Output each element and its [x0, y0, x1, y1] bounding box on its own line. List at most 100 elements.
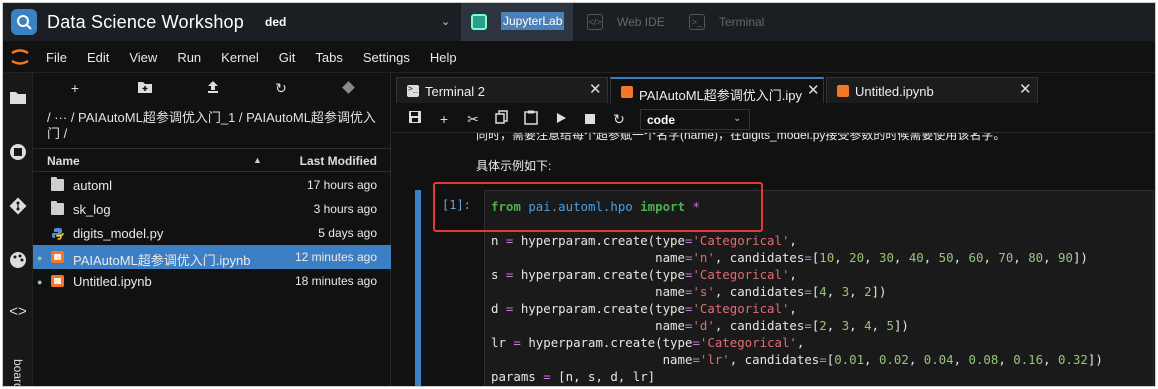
chevron-down-icon: ⌄ — [441, 16, 451, 28]
file-name: digits_model.py — [73, 226, 164, 241]
doc-tab-untitled[interactable]: Untitled.ipynb ✕ — [826, 77, 1038, 103]
code-line: name='n', candidates=[10, 20, 30, 40, 50… — [491, 250, 1088, 265]
jupyter-logo-icon — [9, 47, 31, 67]
tab-terminal[interactable]: >_ Terminal — [679, 3, 779, 41]
notebook-toolbar: + ✂ ↻ code ⌄ — [392, 105, 1155, 133]
running-indicator: ● — [37, 277, 43, 287]
code-line: name='lr', candidates=[0.01, 0.02, 0.04,… — [491, 352, 1103, 367]
folder-icon — [51, 201, 64, 215]
app-title: Data Science Workshop — [47, 12, 244, 32]
markdown-cell-text: 同时，需要注意给每个超参赋一个名字(name)，在digits_model.py… — [476, 133, 1006, 142]
menu-tabs[interactable]: Tabs — [315, 50, 342, 65]
git-icon[interactable] — [9, 197, 27, 215]
menu-git[interactable]: Git — [279, 50, 296, 65]
markdown-cell-heading: 具体示例如下: — [476, 159, 552, 173]
tab-jupyterlab-label: JupyterLab — [501, 12, 565, 30]
file-name: Untitled.ipynb — [73, 274, 152, 289]
file-name: automl — [73, 178, 113, 193]
python-file-icon — [51, 227, 64, 240]
code-line: lr = hyperparam.create(type='Categorical… — [491, 335, 805, 350]
menu-help[interactable]: Help — [430, 50, 457, 65]
tab-jupyterlab[interactable]: JupyterLab — [461, 3, 573, 41]
tab-terminal-label: Terminal — [719, 15, 765, 29]
running-icon[interactable] — [9, 143, 27, 161]
save-icon[interactable] — [406, 110, 424, 128]
terminal-icon — [407, 84, 419, 97]
notebook-icon — [51, 275, 64, 287]
code-line: name='d', candidates=[2, 3, 4, 5]) — [491, 318, 909, 333]
file-row-sk-log[interactable]: sk_log 3 hours ago — [33, 197, 391, 221]
doc-tab-label: Terminal 2 — [425, 84, 485, 99]
close-icon[interactable]: ✕ — [1019, 80, 1032, 98]
file-modified: 12 minutes ago — [294, 250, 377, 264]
file-modified: 17 hours ago — [306, 178, 377, 192]
file-name: sk_log — [73, 202, 111, 217]
top-header: Data Science Workshop ded ⌄ JupyterLab <… — [3, 3, 1155, 41]
column-last-modified[interactable]: Last Modified — [269, 154, 377, 168]
close-icon[interactable]: ✕ — [589, 80, 602, 98]
file-row-automl[interactable]: automl 17 hours ago — [33, 173, 391, 197]
doc-tab-paiautoml[interactable]: PAIAutoML超参调优入门.ipy ✕ — [610, 77, 824, 103]
tab-web-ide-label: Web IDE — [617, 15, 665, 29]
paste-icon[interactable] — [522, 110, 540, 128]
breadcrumb[interactable]: / ··· / PAIAutoML超参调优入门_1 / PAIAutoML超参调… — [47, 110, 387, 142]
stop-icon[interactable] — [581, 110, 599, 128]
code-line: s = hyperparam.create(type='Categorical'… — [491, 267, 797, 282]
git-clone-icon[interactable] — [339, 80, 359, 98]
file-modified: 3 hours ago — [313, 202, 377, 216]
menu-settings[interactable]: Settings — [363, 50, 410, 65]
folder-icon[interactable] — [9, 89, 27, 107]
code-line: d = hyperparam.create(type='Categorical'… — [491, 301, 797, 316]
document-tabs: Terminal 2 ✕ PAIAutoML超参调优入门.ipy ✕ Untit… — [392, 73, 1155, 103]
upload-button[interactable] — [203, 80, 223, 98]
file-modified: 5 days ago — [318, 226, 377, 240]
doc-tab-label: PAIAutoML超参调优入门.ipy — [639, 88, 803, 103]
file-row-paiautoml-notebook[interactable]: ● PAIAutoML超参调优入门.ipynb 12 minutes ago — [33, 245, 391, 269]
code-icon[interactable]: <> — [9, 303, 27, 321]
web-ide-icon: </> — [587, 14, 603, 30]
restart-icon[interactable]: ↻ — [610, 110, 628, 128]
workspace-value: ded — [265, 15, 287, 29]
menu-run[interactable]: Run — [177, 50, 201, 65]
doc-tab-label: Untitled.ipynb — [855, 84, 934, 99]
refresh-button[interactable]: ↻ — [271, 80, 291, 98]
run-icon[interactable] — [552, 110, 570, 128]
menu-file[interactable]: File — [46, 50, 67, 65]
workspace-select[interactable]: ded ⌄ — [253, 3, 461, 41]
notebook-panel: 同时，需要注意给每个超参赋一个名字(name)，在digits_model.py… — [392, 133, 1155, 386]
running-indicator: ● — [37, 253, 43, 263]
doc-tab-terminal-2[interactable]: Terminal 2 ✕ — [396, 77, 608, 103]
notebook-icon — [837, 85, 849, 97]
file-modified: 18 minutes ago — [294, 274, 377, 288]
file-browser: + ↻ / ··· / PAIAutoML超参调优入门_1 / PAIAutoM… — [33, 73, 391, 386]
cell-type-select[interactable]: code ⌄ — [640, 109, 750, 130]
notebook-icon — [621, 86, 633, 98]
annotation-highlight-box — [433, 182, 763, 232]
app-frame: Data Science Workshop ded ⌄ JupyterLab <… — [2, 2, 1156, 387]
menu-kernel[interactable]: Kernel — [221, 50, 259, 65]
active-cell-indicator — [415, 190, 421, 386]
menu-view[interactable]: View — [129, 50, 157, 65]
activity-bar: <> boards — [3, 73, 33, 386]
main-area: Terminal 2 ✕ PAIAutoML超参调优入门.ipy ✕ Untit… — [392, 73, 1155, 386]
menu-edit[interactable]: Edit — [87, 50, 109, 65]
close-icon[interactable]: ✕ — [807, 81, 820, 99]
column-name[interactable]: Name — [47, 154, 80, 168]
add-cell-icon[interactable]: + — [435, 110, 453, 128]
activity-label[interactable]: boards — [11, 359, 25, 386]
tab-web-ide[interactable]: </> Web IDE — [577, 3, 677, 41]
copy-icon[interactable] — [493, 110, 511, 128]
file-list-header: Name ▲ Last Modified — [33, 148, 391, 172]
file-name: PAIAutoML超参调优入门.ipynb — [73, 253, 251, 268]
code-line: name='s', candidates=[4, 3, 2]) — [491, 284, 887, 299]
code-line: n = hyperparam.create(type='Categorical'… — [491, 233, 797, 248]
file-row-digits-model[interactable]: digits_model.py 5 days ago — [33, 221, 391, 245]
new-folder-button[interactable] — [135, 80, 155, 98]
file-row-untitled-notebook[interactable]: ● Untitled.ipynb 18 minutes ago — [33, 269, 391, 293]
notebook-icon — [51, 251, 64, 263]
folder-icon — [51, 177, 64, 191]
code-line: params = [n, s, d, lr] — [491, 369, 656, 384]
palette-icon[interactable] — [9, 251, 27, 269]
new-launcher-button[interactable]: + — [65, 80, 85, 98]
cut-icon[interactable]: ✂ — [464, 110, 482, 128]
